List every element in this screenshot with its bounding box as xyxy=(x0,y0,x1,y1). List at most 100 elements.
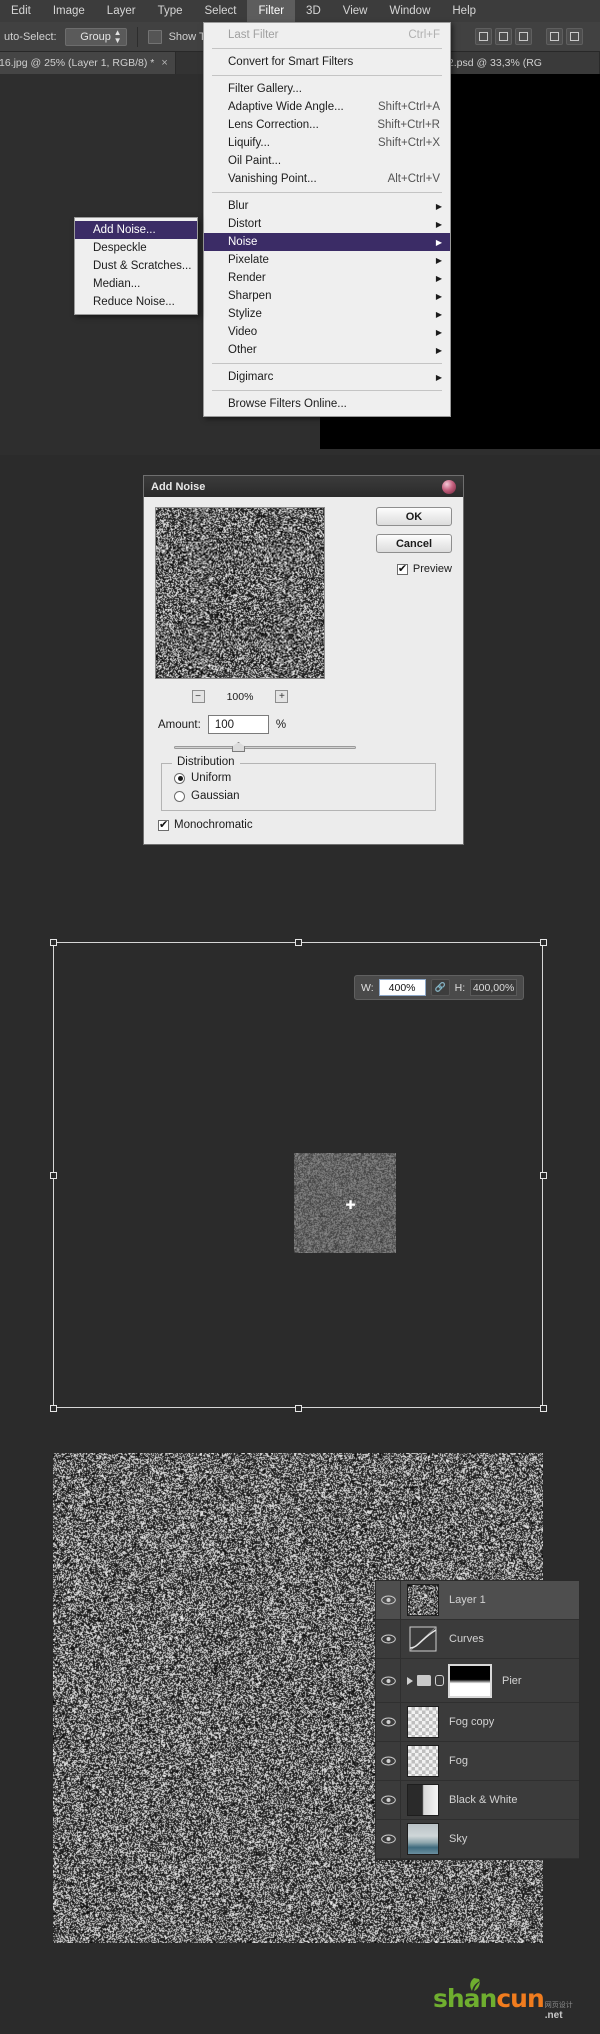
menu-row-render[interactable]: Render ▶ xyxy=(204,269,450,287)
align-right-button[interactable] xyxy=(515,28,532,45)
layer-visibility-toggle[interactable] xyxy=(376,1742,401,1780)
height-input[interactable]: 400,00% xyxy=(470,979,517,996)
link-icon[interactable]: 🔗 xyxy=(431,979,450,996)
menu-item-image[interactable]: Image xyxy=(42,0,96,22)
menu-row-stylize[interactable]: Stylize ▶ xyxy=(204,305,450,323)
menu-item-view[interactable]: View xyxy=(332,0,379,22)
menu-item-select[interactable]: Select xyxy=(194,0,248,22)
layer-visibility-toggle[interactable] xyxy=(376,1703,401,1741)
radio-row-uniform[interactable]: Uniform xyxy=(174,772,231,784)
ok-button[interactable]: OK xyxy=(376,507,452,526)
menu-item-3d[interactable]: 3D xyxy=(295,0,332,22)
transform-handle-bl[interactable] xyxy=(50,1405,57,1412)
menu-bar[interactable]: Edit Image Layer Type Select Filter 3D V… xyxy=(0,0,600,22)
submenu-row-add-noise[interactable]: Add Noise... xyxy=(75,221,197,239)
layer-row-sky[interactable]: Sky xyxy=(376,1820,579,1859)
layer-row-black-and-white[interactable]: Black & White xyxy=(376,1781,579,1820)
menu-item-layer[interactable]: Layer xyxy=(96,0,147,22)
menu-item-type[interactable]: Type xyxy=(147,0,194,22)
document-tab-1[interactable]: 16.jpg @ 25% (Layer 1, RGB/8) * × xyxy=(0,52,176,74)
radio-row-gaussian[interactable]: Gaussian xyxy=(174,790,240,802)
show-transform-checkbox[interactable] xyxy=(148,30,162,44)
layer-row-fog[interactable]: Fog xyxy=(376,1742,579,1781)
menu-row-convert-smart-filters[interactable]: Convert for Smart Filters xyxy=(204,53,450,71)
cancel-button[interactable]: Cancel xyxy=(376,534,452,553)
menu-row-video[interactable]: Video ▶ xyxy=(204,323,450,341)
preview-checkbox[interactable] xyxy=(397,564,408,575)
width-input[interactable]: 400% xyxy=(379,979,426,996)
submenu-row-despeckle[interactable]: Despeckle xyxy=(75,239,197,257)
layer-name: Layer 1 xyxy=(449,1594,486,1606)
transform-center-point-icon[interactable]: ✚ xyxy=(345,1200,356,1211)
slider-thumb[interactable] xyxy=(232,742,245,752)
menu-item-edit[interactable]: Edit xyxy=(0,0,42,22)
menu-row-blur[interactable]: Blur ▶ xyxy=(204,197,450,215)
layer-row-curves[interactable]: Curves xyxy=(376,1620,579,1659)
menu-row-sharpen[interactable]: Sharpen ▶ xyxy=(204,287,450,305)
group-expand-triangle-icon[interactable] xyxy=(407,1677,413,1685)
submenu-row-dust-and-scratches[interactable]: Dust & Scratches... xyxy=(75,257,197,275)
noise-preview[interactable] xyxy=(155,507,325,679)
menu-row-filter-gallery[interactable]: Filter Gallery... xyxy=(204,80,450,98)
layer-row-fog-copy[interactable]: Fog copy xyxy=(376,1703,579,1742)
transform-handle-tc[interactable] xyxy=(295,939,302,946)
layer-thumbnail-fog-copy[interactable] xyxy=(407,1706,439,1738)
zoom-out-button[interactable]: − xyxy=(192,690,205,703)
transform-handle-tl[interactable] xyxy=(50,939,57,946)
layer-row-pier[interactable]: Pier xyxy=(376,1659,579,1703)
layer-mask-thumbnail[interactable] xyxy=(448,1664,492,1698)
align-left-button[interactable] xyxy=(475,28,492,45)
filter-dropdown-menu[interactable]: Last Filter Ctrl+F Convert for Smart Fil… xyxy=(203,22,451,417)
distribute-button-2[interactable] xyxy=(566,28,583,45)
preview-checkbox-row[interactable]: Preview xyxy=(397,563,452,575)
menu-row-digimarc[interactable]: Digimarc ▶ xyxy=(204,368,450,386)
layer-thumbnail-fog[interactable] xyxy=(407,1745,439,1777)
transform-bounding-box[interactable]: ✚ xyxy=(53,942,543,1408)
transform-handle-tr[interactable] xyxy=(540,939,547,946)
close-icon[interactable]: × xyxy=(161,57,167,69)
layer-visibility-toggle[interactable] xyxy=(376,1820,401,1858)
layer-thumbnail-curves[interactable] xyxy=(407,1623,439,1655)
menu-row-browse-filters-online[interactable]: Browse Filters Online... xyxy=(204,395,450,413)
menu-row-pixelate[interactable]: Pixelate ▶ xyxy=(204,251,450,269)
amount-input[interactable]: 100 xyxy=(208,715,269,734)
align-center-button[interactable] xyxy=(495,28,512,45)
layer-visibility-toggle[interactable] xyxy=(376,1781,401,1819)
monochromatic-row[interactable]: Monochromatic xyxy=(158,819,253,831)
submenu-row-reduce-noise[interactable]: Reduce Noise... xyxy=(75,293,197,311)
menu-row-other[interactable]: Other ▶ xyxy=(204,341,450,359)
layer-visibility-toggle[interactable] xyxy=(376,1659,401,1702)
auto-select-dropdown[interactable]: Group ▲ ▼ xyxy=(65,28,127,46)
menu-row-oil-paint[interactable]: Oil Paint... xyxy=(204,152,450,170)
layer-name: Curves xyxy=(449,1633,484,1645)
transform-handle-mr[interactable] xyxy=(540,1172,547,1179)
gaussian-radio[interactable] xyxy=(174,791,185,802)
transform-handle-br[interactable] xyxy=(540,1405,547,1412)
zoom-in-button[interactable]: + xyxy=(275,690,288,703)
layer-thumbnail-black-white[interactable] xyxy=(407,1784,439,1816)
layer-thumbnail-noise[interactable] xyxy=(407,1584,439,1616)
transform-handle-bc[interactable] xyxy=(295,1405,302,1412)
menu-item-filter[interactable]: Filter xyxy=(247,0,295,22)
shortcut: Shift+Ctrl+X xyxy=(360,137,440,149)
transform-handle-ml[interactable] xyxy=(50,1172,57,1179)
menu-row-liquify[interactable]: Liquify... Shift+Ctrl+X xyxy=(204,134,450,152)
layer-row-layer-1[interactable]: Layer 1 xyxy=(376,1581,579,1620)
menu-row-lens-correction[interactable]: Lens Correction... Shift+Ctrl+R xyxy=(204,116,450,134)
monochromatic-checkbox[interactable] xyxy=(158,820,169,831)
menu-row-noise[interactable]: Noise ▶ xyxy=(204,233,450,251)
menu-row-adaptive-wide-angle[interactable]: Adaptive Wide Angle... Shift+Ctrl+A xyxy=(204,98,450,116)
menu-row-distort[interactable]: Distort ▶ xyxy=(204,215,450,233)
layer-thumbnail-sky[interactable] xyxy=(407,1823,439,1855)
menu-row-last-filter[interactable]: Last Filter Ctrl+F xyxy=(204,26,450,44)
menu-item-window[interactable]: Window xyxy=(378,0,441,22)
submenu-row-median[interactable]: Median... xyxy=(75,275,197,293)
distribute-button[interactable] xyxy=(546,28,563,45)
layer-visibility-toggle[interactable] xyxy=(376,1581,401,1619)
menu-row-vanishing-point[interactable]: Vanishing Point... Alt+Ctrl+V xyxy=(204,170,450,188)
uniform-radio[interactable] xyxy=(174,773,185,784)
layer-visibility-toggle[interactable] xyxy=(376,1620,401,1658)
amount-slider[interactable] xyxy=(174,742,356,752)
menu-item-help[interactable]: Help xyxy=(441,0,487,22)
noise-submenu[interactable]: Add Noise... Despeckle Dust & Scratches.… xyxy=(74,217,198,315)
